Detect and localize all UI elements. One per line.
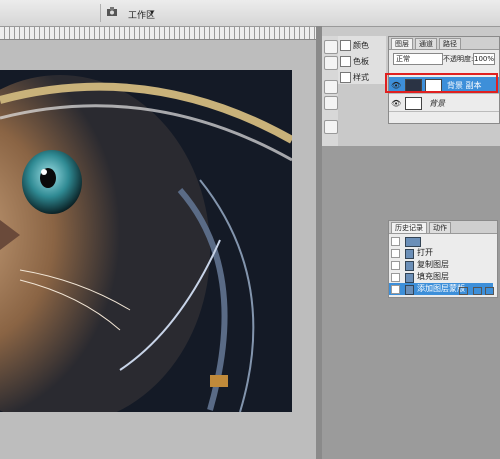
snapshot-thumbnail <box>405 237 421 247</box>
character-icon[interactable] <box>324 80 338 94</box>
checkbox-icon[interactable] <box>391 273 400 282</box>
history-snapshot-row[interactable] <box>389 235 493 247</box>
tab-history[interactable]: 历史记录 <box>391 222 427 233</box>
panel-dock-background <box>322 146 500 459</box>
layers-panel-tabs: 图层 通道 路径 <box>389 37 499 50</box>
styles-icon <box>340 72 351 83</box>
history-panel: 历史记录 动作 打开 复制图层 填充图层 添加图层蒙版 <box>388 220 498 298</box>
tool-preset-icon[interactable] <box>324 40 338 54</box>
history-step-icon <box>405 285 414 295</box>
checkbox-icon[interactable] <box>391 261 400 270</box>
history-item[interactable]: 复制图层 <box>389 259 493 271</box>
new-document-icon[interactable] <box>459 287 468 295</box>
tab-layers[interactable]: 图层 <box>391 38 413 49</box>
history-brush-source-icon[interactable] <box>391 285 400 294</box>
checkbox-icon[interactable] <box>391 237 400 246</box>
options-bar <box>0 0 500 27</box>
history-step-icon <box>405 249 414 259</box>
brush-icon[interactable] <box>324 56 338 70</box>
navigator-icon[interactable] <box>324 120 338 134</box>
history-item[interactable]: 打开 <box>389 247 493 259</box>
eye-icon[interactable]: 👁 <box>391 99 401 108</box>
history-step-icon <box>405 261 414 271</box>
swatches-icon <box>340 56 351 67</box>
history-step-icon <box>405 273 414 283</box>
opacity-field[interactable]: 100% <box>473 53 495 65</box>
tab-paths[interactable]: 路径 <box>439 38 461 49</box>
paragraph-icon[interactable] <box>324 96 338 110</box>
chevron-down-icon[interactable]: ▾ <box>150 8 154 17</box>
tab-actions[interactable]: 动作 <box>429 222 451 233</box>
styles-panel-button[interactable]: 样式 <box>340 72 369 83</box>
new-snapshot-icon[interactable] <box>473 287 482 295</box>
toolbar-divider <box>100 4 101 22</box>
checkbox-icon[interactable] <box>391 249 400 258</box>
history-item[interactable]: 填充图层 <box>389 271 493 283</box>
workspace-icon[interactable] <box>106 6 120 18</box>
layer-row-background[interactable]: 👁 背景 <box>389 95 499 112</box>
color-swatches-styles-panel: 颜色 色板 样式 <box>338 36 386 84</box>
horizontal-ruler <box>0 27 316 40</box>
history-panel-tabs: 历史记录 动作 <box>389 221 497 234</box>
color-swatch-icon <box>340 40 351 51</box>
document-image[interactable] <box>0 70 292 412</box>
panel-icon-column <box>322 36 338 146</box>
layer-thumbnail <box>405 97 422 110</box>
layer-name[interactable]: 背景 <box>429 98 445 109</box>
tab-channels[interactable]: 通道 <box>415 38 437 49</box>
highlight-box <box>385 73 498 93</box>
swatches-panel-button[interactable]: 色板 <box>340 56 369 67</box>
opacity-label: 不透明度: <box>443 55 474 63</box>
color-panel-button[interactable]: 颜色 <box>340 40 369 51</box>
trash-icon[interactable] <box>485 287 494 295</box>
blend-mode-select[interactable]: 正常 <box>393 53 443 65</box>
